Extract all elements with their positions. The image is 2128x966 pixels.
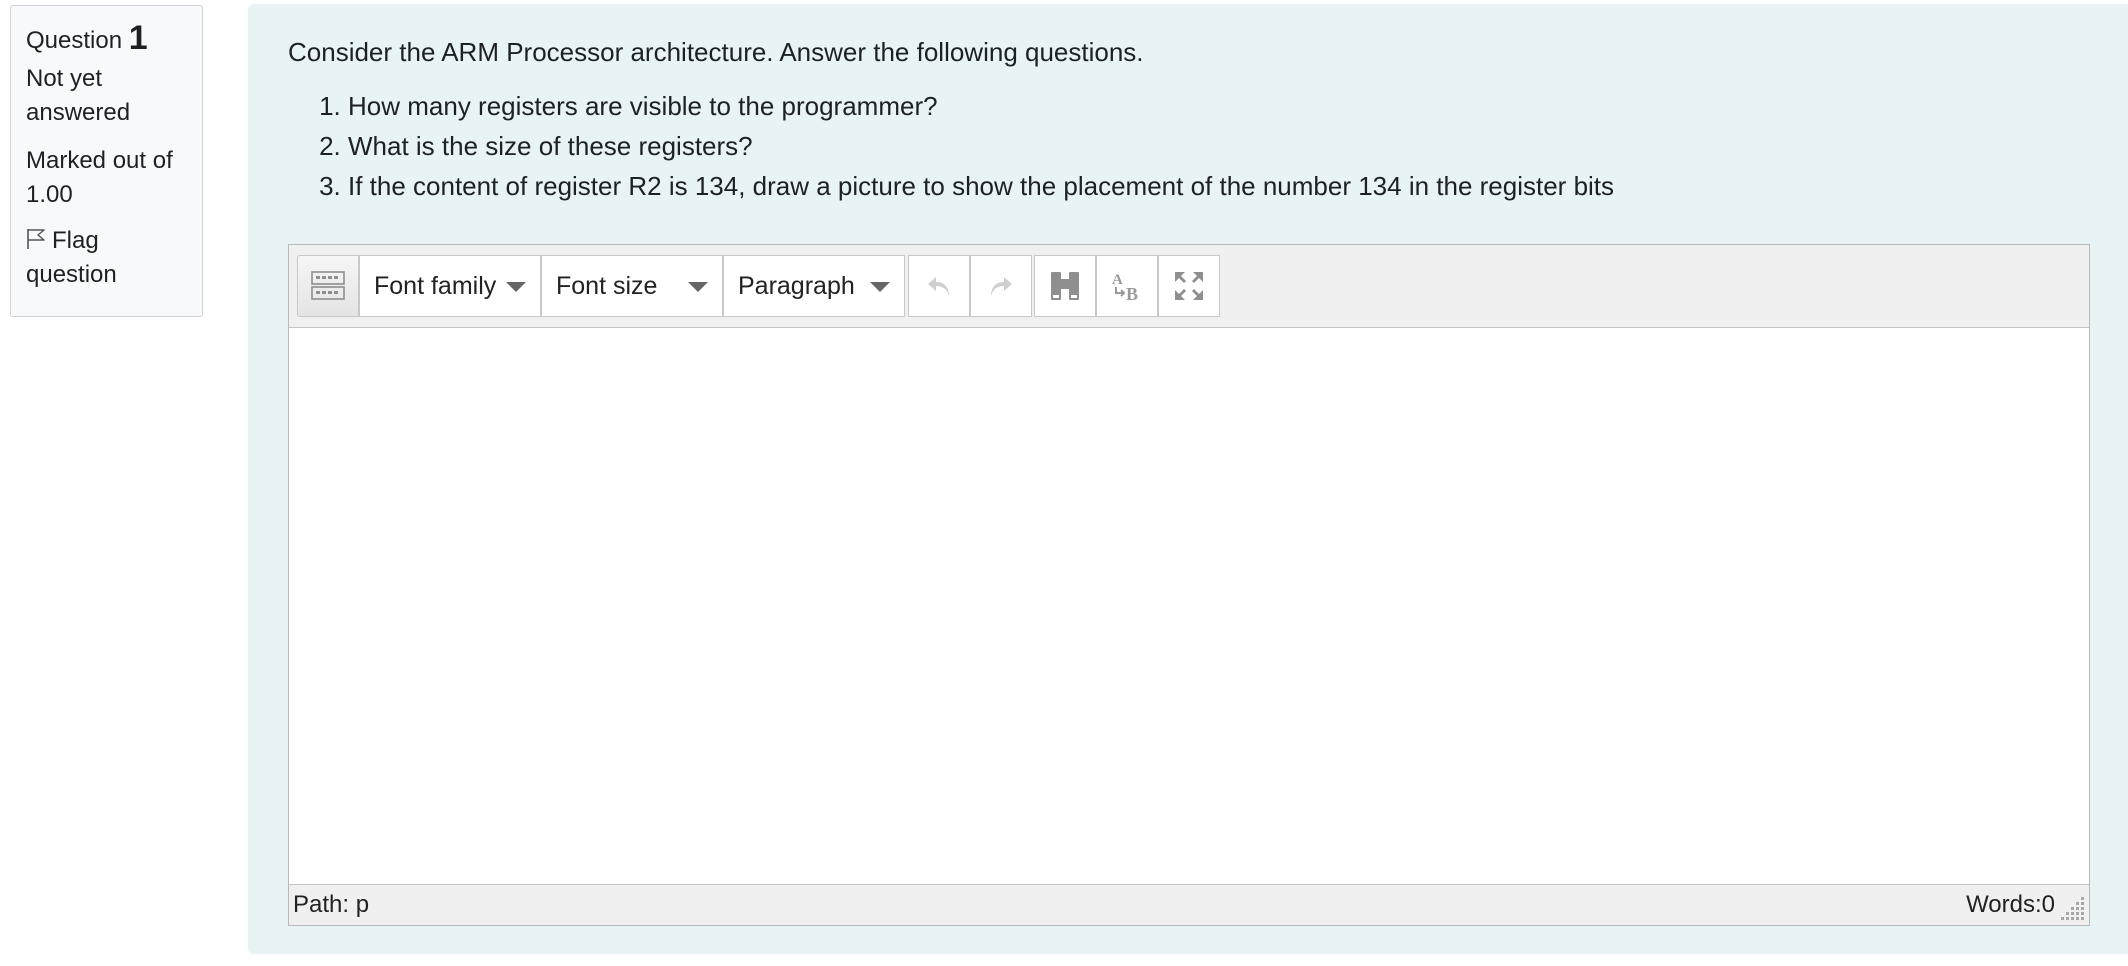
- find-replace-button[interactable]: [1034, 255, 1096, 317]
- editor-statusbar: Path: p Words:0: [289, 884, 2089, 925]
- question-number-heading: Question 1: [26, 20, 188, 58]
- font-size-select[interactable]: Font size: [541, 255, 723, 317]
- font-family-select[interactable]: Font family: [359, 255, 541, 317]
- question-item-3: If the content of register R2 is 134, dr…: [348, 166, 1614, 206]
- paragraph-format-select[interactable]: Paragraph: [723, 255, 905, 317]
- question-content: Consider the ARM Processor architecture.…: [248, 4, 2128, 954]
- paragraph-format-label: Paragraph: [738, 271, 855, 300]
- chevron-down-icon: [506, 282, 526, 292]
- toolbar-toggle-icon: [311, 271, 345, 300]
- flag-icon: [27, 229, 45, 249]
- word-count: Words:0: [1966, 891, 2055, 918]
- question-intro: Consider the ARM Processor architecture.…: [288, 37, 1144, 67]
- redo-button[interactable]: [970, 255, 1032, 317]
- question-list: How many registers are visible to the pr…: [288, 86, 1614, 206]
- find-icon: [1051, 272, 1079, 300]
- font-family-label: Font family: [374, 271, 497, 300]
- font-size-label: Font size: [556, 271, 658, 300]
- editor-text-area[interactable]: [289, 328, 2089, 885]
- fullscreen-button[interactable]: [1158, 255, 1220, 317]
- resize-handle-icon[interactable]: [2059, 895, 2087, 923]
- editor-path: Path: p: [293, 891, 370, 918]
- answer-editor: Font family Font size Paragraph A B Path…: [288, 244, 2090, 926]
- toolbar-toggle-button[interactable]: [297, 255, 359, 317]
- svg-text:B: B: [1126, 284, 1138, 303]
- spellcheck-icon: A B: [1112, 272, 1138, 303]
- question-text: Consider the ARM Processor architecture.…: [288, 32, 1614, 206]
- question-item-2: What is the size of these registers?: [348, 126, 1614, 166]
- fullscreen-icon: [1175, 272, 1203, 300]
- question-number: 1: [128, 19, 148, 57]
- undo-icon: [928, 277, 949, 296]
- question-grade: Marked out of 1.00: [26, 147, 173, 208]
- redo-icon: [991, 277, 1012, 296]
- chevron-down-icon: [688, 282, 708, 292]
- editor-toolbar: Font family Font size Paragraph A B: [289, 245, 2089, 328]
- question-info-panel: Question 1 Not yet answered Marked out o…: [10, 5, 203, 317]
- question-state: Not yet answered: [26, 65, 131, 126]
- undo-button[interactable]: [908, 255, 970, 317]
- spellcheck-button[interactable]: A B: [1096, 255, 1158, 317]
- flag-question-link[interactable]: Flag question: [26, 224, 188, 292]
- chevron-down-icon: [870, 282, 890, 292]
- question-item-1: How many registers are visible to the pr…: [348, 86, 1614, 126]
- svg-text:A: A: [1112, 272, 1123, 288]
- question-label: Question: [26, 27, 123, 54]
